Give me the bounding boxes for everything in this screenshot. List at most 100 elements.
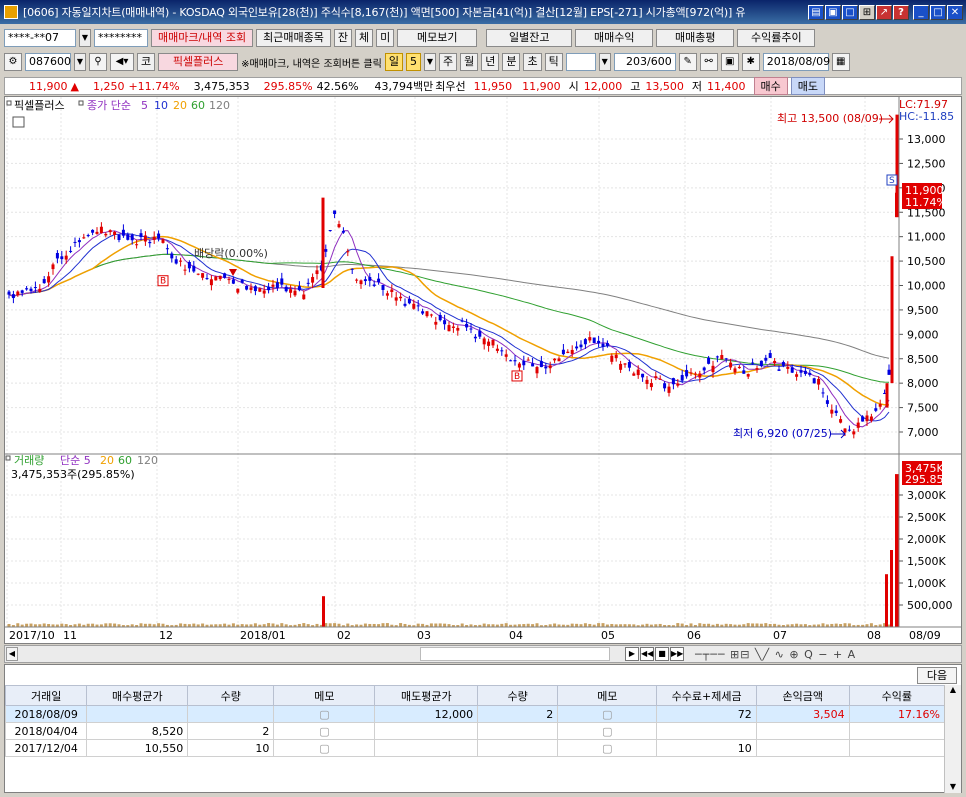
column-header[interactable]: 수익률: [848, 685, 946, 706]
candle-body: [689, 372, 693, 374]
executed-button[interactable]: 체: [355, 29, 374, 47]
volume-bar: [553, 623, 557, 627]
minimize-button[interactable]: _: [913, 4, 929, 20]
daily-balance-button[interactable]: 일별잔고: [486, 29, 573, 47]
stop-icon[interactable]: ■: [655, 647, 669, 661]
trade-eval-button[interactable]: 매매총평: [656, 29, 735, 47]
play-first-icon[interactable]: ▶: [625, 647, 639, 661]
profit-trend-button[interactable]: 수익률추이: [737, 29, 816, 47]
tool-icon[interactable]: ✎: [678, 53, 697, 71]
candle-body: [777, 369, 781, 371]
pin-icon[interactable]: ⊞: [859, 4, 875, 20]
x-tick-label: 04: [509, 629, 523, 642]
balance-button[interactable]: 잔: [333, 29, 353, 47]
period-week-button[interactable]: 주: [438, 53, 458, 71]
password-input[interactable]: ********: [94, 29, 148, 47]
recent-trades-button[interactable]: 최근매매종목: [256, 29, 331, 47]
memo-icon[interactable]: ▢: [273, 705, 376, 723]
calendar-icon[interactable]: ▦: [831, 53, 850, 71]
trade-profit-button[interactable]: 매매수익: [575, 29, 654, 47]
price-volume-chart[interactable]: BBS 13,00012,50012,00011,50011,00010,500…: [5, 97, 961, 643]
column-header[interactable]: 수량: [477, 685, 559, 706]
memo-icon[interactable]: ▢: [557, 739, 658, 757]
window-icon[interactable]: □: [842, 4, 858, 20]
table-row[interactable]: 2018/04/04 8,520 2 ▢ ▢: [4, 722, 946, 740]
buy-button[interactable]: 매수: [753, 77, 788, 95]
interval-dropdown-icon[interactable]: ▼: [598, 53, 611, 71]
toolbar-row-1: ****-**07 ▼ ******** 매매마크/내역 조회 최근매매종목 잔…: [0, 28, 966, 48]
table-row[interactable]: 2018/08/09 ▢ 12,000 2 ▢ 72 3,504 17.16%: [4, 705, 946, 723]
mark-query-button[interactable]: 매매마크/내역 조회: [151, 29, 254, 47]
period-min-button[interactable]: 분: [502, 53, 521, 71]
period-dropdown-icon[interactable]: ▼: [423, 53, 436, 71]
scroll-left-icon[interactable]: ◀: [6, 647, 18, 661]
low-price: 11,400: [707, 79, 746, 93]
chart-tool-icons[interactable]: ─┬── ⊞⊟ ╲╱ ∿ ⊕ Q − + A: [695, 648, 856, 661]
memo-view-button[interactable]: 메모보기: [397, 29, 478, 47]
scroll-down-icon[interactable]: ▼: [945, 782, 961, 791]
chart-scrollbar[interactable]: ◀ ▶ ◀◀ ■ ▶▶ ─┬── ⊞⊟ ╲╱ ∿ ⊕ Q − + A: [4, 645, 962, 663]
column-header[interactable]: 손익금액: [755, 685, 850, 706]
period-month-button[interactable]: 월: [460, 53, 479, 71]
period-num[interactable]: 5: [405, 53, 421, 71]
column-header[interactable]: 매도평균가: [374, 685, 479, 706]
column-header[interactable]: 거래일: [4, 685, 88, 706]
memo-icon[interactable]: ▢: [557, 722, 658, 740]
interval-input[interactable]: [565, 53, 596, 71]
sell-button[interactable]: 매도: [790, 77, 826, 95]
candle-body: [223, 273, 227, 278]
column-header[interactable]: 메모: [273, 685, 376, 706]
settings-icon[interactable]: ✱: [741, 53, 760, 71]
scroll-thumb[interactable]: [420, 647, 610, 661]
date-input[interactable]: 2018/08/09: [762, 53, 830, 71]
column-header[interactable]: 매수평균가: [86, 685, 189, 706]
candle-body: [29, 288, 33, 292]
period-sec-button[interactable]: 초: [523, 53, 542, 71]
chart-icon[interactable]: ↗: [876, 4, 892, 20]
candle-body: [179, 260, 183, 262]
speaker-icon[interactable]: ◀▾: [110, 53, 134, 71]
unexecuted-button[interactable]: 미: [376, 29, 395, 47]
magnifier-icon[interactable]: ⚲: [89, 53, 107, 71]
close-button[interactable]: ✕: [947, 4, 963, 20]
stock-code-input[interactable]: 087600: [25, 53, 71, 71]
code-dropdown-icon[interactable]: ▼: [74, 53, 86, 71]
memo-icon[interactable]: ▢: [273, 722, 376, 740]
data-count-input[interactable]: 203/600: [613, 53, 676, 71]
period-year-button[interactable]: 년: [481, 53, 500, 71]
maximize-button[interactable]: □: [930, 4, 946, 20]
screen-icon[interactable]: ▣: [825, 4, 841, 20]
y-tick-label: 8,500: [907, 353, 939, 366]
scroll-up-icon[interactable]: ▲: [945, 685, 961, 694]
forward-icon[interactable]: ▶▶: [670, 647, 684, 661]
period-day-button[interactable]: 일: [384, 53, 403, 71]
table-toggle-icon[interactable]: [12, 116, 25, 128]
legend-ma10: 10: [154, 99, 168, 112]
candle-body: [227, 279, 231, 281]
next-button[interactable]: 다음: [917, 667, 957, 684]
candle-body: [834, 410, 838, 414]
candle-body: [372, 284, 376, 286]
candle-body: [693, 373, 697, 375]
candle-body: [504, 354, 508, 357]
candle-body: [328, 230, 332, 232]
save-icon[interactable]: ▣: [720, 53, 739, 71]
column-header[interactable]: 수수료+제세금: [656, 685, 757, 706]
column-header[interactable]: 수량: [187, 685, 275, 706]
chart-area[interactable]: BBS 13,00012,50012,00011,50011,00010,500…: [4, 96, 962, 644]
period-tick-button[interactable]: 틱: [544, 53, 563, 71]
memo-icon[interactable]: ▢: [273, 739, 376, 757]
column-header[interactable]: 메모: [557, 685, 658, 706]
layout-icon[interactable]: ▤: [808, 4, 824, 20]
link-icon[interactable]: ⚯: [699, 53, 718, 71]
rewind-icon[interactable]: ◀◀: [640, 647, 654, 661]
account-input[interactable]: ****-**07: [4, 29, 76, 47]
high-label: 고: [630, 80, 641, 93]
table-row[interactable]: 2017/12/04 10,550 10 ▢ ▢ 10: [4, 739, 946, 757]
grid-vscrollbar[interactable]: ▲ ▼: [944, 685, 961, 793]
help-icon[interactable]: ?: [893, 4, 909, 20]
volume-bars: [7, 474, 899, 627]
account-dropdown-icon[interactable]: ▼: [79, 29, 91, 47]
search-stock-icon[interactable]: ⚙: [4, 53, 22, 71]
memo-icon[interactable]: ▢: [557, 705, 658, 723]
